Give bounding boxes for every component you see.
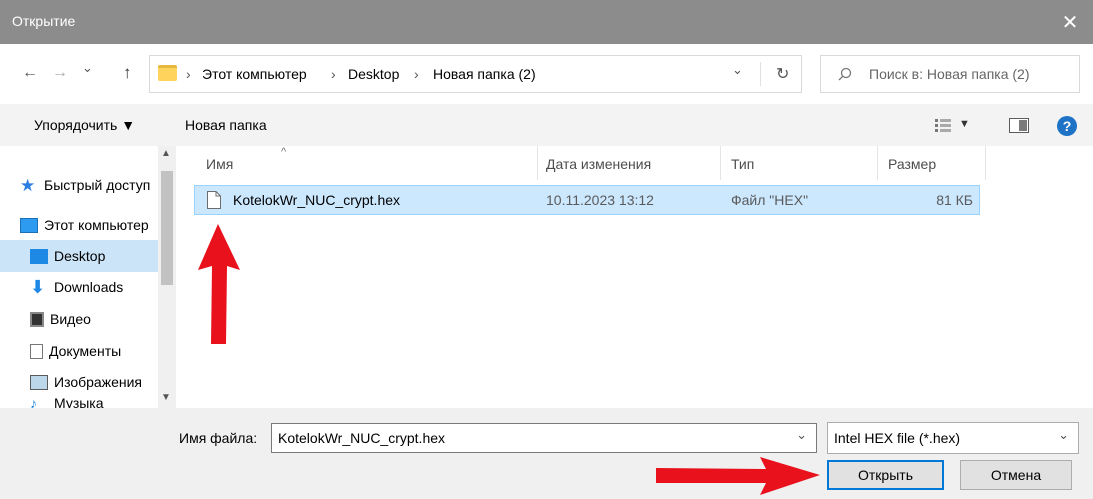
open-button-label: Открыть	[858, 467, 913, 483]
breadcrumb-separator: ›	[331, 66, 336, 82]
music-note-icon: ♪	[30, 398, 37, 408]
annotation-arrow-up	[198, 224, 240, 344]
new-folder-button[interactable]: Новая папка	[185, 117, 267, 133]
sidebar-item-label: Документы	[49, 343, 122, 359]
annotation-arrow-right	[656, 457, 820, 495]
sidebar-item-label: Быстрый доступ	[44, 177, 151, 193]
filename-value: KotelokWr_NUC_crypt.hex	[278, 430, 446, 446]
close-button[interactable]: ✕	[1047, 0, 1093, 44]
column-header-size[interactable]: Размер	[888, 156, 936, 172]
window-title: Открытие	[12, 13, 76, 29]
sidebar-item-videos[interactable]: Видео	[30, 304, 168, 334]
sidebar-item-label: Изображения	[54, 374, 142, 390]
folder-icon	[158, 65, 177, 81]
filename-input[interactable]: KotelokWr_NUC_crypt.hex ⌄	[271, 423, 817, 453]
search-box[interactable]: Поиск в: Новая папка (2)	[820, 55, 1080, 93]
filter-value: Intel HEX file (*.hex)	[834, 430, 961, 446]
column-header-name[interactable]: Имя	[206, 156, 233, 172]
download-arrow-icon: ⬇	[30, 276, 46, 297]
sidebar-item-label: Музыка	[54, 398, 104, 408]
address-dropdown-icon[interactable]: ⌄	[732, 62, 743, 78]
scroll-up-icon[interactable]: ▲	[161, 148, 171, 159]
sidebar-item-label: Desktop	[54, 248, 106, 264]
column-divider[interactable]	[877, 146, 878, 180]
file-type: Файл "HEX"	[731, 192, 809, 208]
cancel-button-label: Отмена	[990, 467, 1042, 483]
desktop-folder-icon	[30, 248, 48, 264]
column-divider[interactable]	[537, 146, 538, 180]
column-divider[interactable]	[720, 146, 721, 180]
file-name: KotelokWr_NUC_crypt.hex	[233, 192, 401, 208]
breadcrumb-current-folder[interactable]: Новая папка (2)	[433, 66, 536, 82]
scroll-down-icon[interactable]: ▼	[161, 392, 171, 403]
sidebar-item-label: Downloads	[54, 279, 124, 295]
up-arrow-icon[interactable]: ↑	[123, 63, 132, 83]
star-icon: ★	[20, 175, 36, 195]
film-icon	[30, 311, 44, 327]
forward-arrow-icon[interactable]: →	[52, 64, 68, 82]
breadcrumb-this-pc[interactable]: Этот компьютер	[202, 66, 307, 82]
toolbar	[0, 104, 1093, 146]
back-arrow-icon[interactable]: ←	[22, 64, 38, 82]
file-date: 10.11.2023 13:12	[546, 192, 654, 208]
column-header-date[interactable]: Дата изменения	[546, 156, 651, 172]
scrollbar-thumb[interactable]	[161, 171, 173, 285]
sidebar-item-desktop[interactable]: Desktop	[30, 241, 168, 271]
view-list-icon	[935, 119, 951, 132]
search-icon	[838, 67, 852, 81]
filename-label: Имя файла:	[179, 430, 258, 446]
breadcrumb-separator: ›	[186, 66, 191, 82]
sidebar-item-downloads[interactable]: ⬇ Downloads	[30, 272, 168, 302]
sidebar-item-label: Видео	[50, 311, 91, 327]
sidebar-item-pictures[interactable]: Изображения	[30, 367, 168, 397]
sidebar-item-this-pc[interactable]: Этот компьютер	[20, 210, 158, 240]
address-bar[interactable]: › Этот компьютер › Desktop › Новая папка…	[149, 55, 802, 93]
search-placeholder: Поиск в: Новая папка (2)	[869, 66, 1030, 82]
file-size: 81 КБ	[936, 192, 973, 208]
breadcrumb-desktop[interactable]: Desktop	[348, 66, 399, 82]
help-icon[interactable]: ?	[1057, 116, 1077, 136]
sidebar-item-music[interactable]: ♪ Музыка	[30, 398, 168, 408]
breadcrumb-separator: ›	[414, 66, 419, 82]
file-icon	[207, 191, 221, 209]
open-button[interactable]: Открыть	[827, 460, 944, 490]
preview-pane-button[interactable]	[1009, 118, 1029, 133]
file-type-filter[interactable]: Intel HEX file (*.hex) ⌄	[827, 422, 1079, 454]
chevron-down-icon[interactable]: ⌄	[796, 427, 807, 443]
refresh-icon[interactable]: ↻	[776, 64, 789, 84]
cancel-button[interactable]: Отмена	[960, 460, 1072, 490]
recent-locations-icon[interactable]: ⌄	[82, 60, 93, 76]
title-bar	[0, 0, 1093, 44]
close-icon: ✕	[1061, 11, 1079, 34]
view-options-button[interactable]: ▼	[935, 118, 973, 134]
divider	[760, 62, 761, 86]
picture-icon	[30, 374, 48, 390]
chevron-down-icon[interactable]: ⌄	[1058, 427, 1069, 443]
computer-icon	[20, 217, 38, 233]
chevron-down-icon: ▼	[959, 118, 970, 130]
column-divider[interactable]	[985, 146, 986, 180]
organize-button[interactable]: Упорядочить ▼	[34, 117, 135, 133]
table-row[interactable]: KotelokWr_NUC_crypt.hex 10.11.2023 13:12…	[194, 185, 980, 215]
sidebar-item-documents[interactable]: Документы	[30, 336, 168, 366]
column-header-type[interactable]: Тип	[731, 156, 754, 172]
sidebar-item-quick-access[interactable]: ★ Быстрый доступ	[20, 170, 158, 200]
sort-ascending-icon: ^	[281, 146, 287, 158]
preview-pane-icon	[1019, 120, 1027, 131]
document-icon	[30, 343, 43, 359]
sidebar-item-label: Этот компьютер	[44, 217, 149, 233]
